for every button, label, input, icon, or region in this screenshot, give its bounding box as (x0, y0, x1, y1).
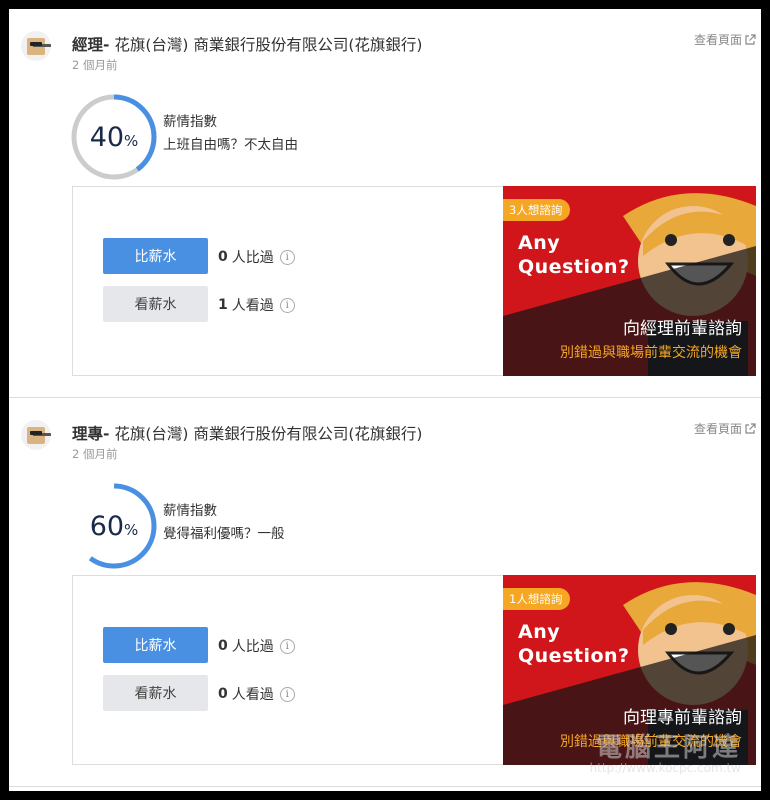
banner-subtitle: 別錯過與職場前輩交流的機會 (560, 345, 742, 361)
salary-post: 理專- 花旗(台灣) 商業銀行股份有限公司(花旗銀行) 2 個月前 查看頁面 6… (9, 398, 761, 787)
view-salary-button[interactable]: 看薪水 (103, 286, 208, 322)
info-icon[interactable]: i (279, 686, 295, 702)
consult-banner[interactable]: 1人想諮詢 Any Question? 向理專前輩諮詢 別錯過與職場前輩交流的機… (503, 575, 756, 765)
index-label: 薪情指數 (163, 503, 217, 519)
post-title[interactable]: 經理- 花旗(台灣) 商業銀行股份有限公司(花旗銀行) (72, 33, 422, 55)
banner-question: Question? (518, 645, 630, 667)
salary-card: 比薪水 0 人比過 i 看薪水 1 人看過 i 3人想諮詢 Any Questi… (72, 186, 756, 376)
avatar (21, 420, 51, 450)
consult-count-badge: 3人想諮詢 (503, 199, 571, 221)
compare-count: 0 人比過 i (218, 247, 295, 267)
view-page-link[interactable]: 查看頁面 (694, 420, 756, 437)
post-time: 2 個月前 (72, 447, 118, 461)
external-link-icon (745, 33, 756, 45)
banner-headline: Any Question? (518, 231, 630, 279)
info-icon[interactable]: i (279, 638, 295, 654)
gauge-value: 60 (89, 510, 125, 542)
info-icon[interactable]: i (279, 249, 295, 265)
job-role: 經理- (72, 36, 110, 54)
company-name: 花旗(台灣) 商業銀行股份有限公司(花旗銀行) (109, 36, 423, 54)
view-page-label: 查看頁面 (693, 33, 742, 47)
view-page-label: 查看頁面 (693, 422, 742, 436)
compare-count-label: 人比過 (231, 639, 274, 655)
avatar-face-icon (27, 427, 51, 444)
post-time: 2 個月前 (72, 58, 118, 72)
info-icon[interactable]: i (279, 297, 295, 313)
avatar (21, 31, 51, 61)
page-frame: 經理- 花旗(台灣) 商業銀行股份有限公司(花旗銀行) 2 個月前 查看頁面 4… (9, 9, 761, 791)
gauge-value: 40 (89, 121, 125, 153)
index-label: 薪情指數 (163, 114, 217, 130)
banner-cta: 向理專前輩諮詢 (623, 708, 742, 728)
view-count-label: 人看過 (231, 298, 274, 314)
salary-card: 比薪水 0 人比過 i 看薪水 0 人看過 i 1人想諮詢 Any Questi… (72, 575, 756, 765)
salary-post: 經理- 花旗(台灣) 商業銀行股份有限公司(花旗銀行) 2 個月前 查看頁面 4… (9, 9, 761, 398)
gauge-unit: % (124, 132, 139, 150)
job-role: 理專- (72, 425, 110, 443)
compare-salary-button[interactable]: 比薪水 (103, 238, 208, 274)
banner-any: Any (518, 232, 561, 254)
compare-count-label: 人比過 (231, 250, 274, 266)
banner-cta: 向經理前輩諮詢 (623, 319, 742, 339)
view-count: 1 人看過 i (218, 295, 295, 315)
banner-headline: Any Question? (518, 620, 630, 668)
post-title[interactable]: 理專- 花旗(台灣) 商業銀行股份有限公司(花旗銀行) (72, 422, 422, 444)
post-divider (9, 786, 761, 787)
compare-count-number: 0 (218, 638, 228, 654)
gauge-unit: % (124, 521, 139, 539)
compare-salary-button[interactable]: 比薪水 (103, 627, 208, 663)
view-count: 0 人看過 i (218, 684, 295, 704)
index-answer: 覺得福利優嗎？一般 (163, 526, 285, 542)
view-count-number: 1 (218, 297, 228, 313)
compare-count-number: 0 (218, 249, 228, 265)
view-count-number: 0 (218, 686, 228, 702)
salary-index-gauge: 40% (70, 93, 158, 181)
view-page-link[interactable]: 查看頁面 (694, 31, 756, 48)
consult-count-badge: 1人想諮詢 (503, 588, 571, 610)
consult-banner[interactable]: 3人想諮詢 Any Question? 向經理前輩諮詢 別錯過與職場前輩交流的機… (503, 186, 756, 376)
index-answer: 上班自由嗎？不太自由 (163, 137, 298, 153)
view-salary-button[interactable]: 看薪水 (103, 675, 208, 711)
company-name: 花旗(台灣) 商業銀行股份有限公司(花旗銀行) (109, 425, 423, 443)
view-count-label: 人看過 (231, 687, 274, 703)
banner-any: Any (518, 621, 561, 643)
banner-subtitle: 別錯過與職場前輩交流的機會 (560, 734, 742, 750)
compare-count: 0 人比過 i (218, 636, 295, 656)
avatar-face-icon (27, 38, 51, 55)
banner-question: Question? (518, 256, 630, 278)
external-link-icon (745, 422, 756, 434)
salary-index-gauge: 60% (70, 482, 158, 570)
